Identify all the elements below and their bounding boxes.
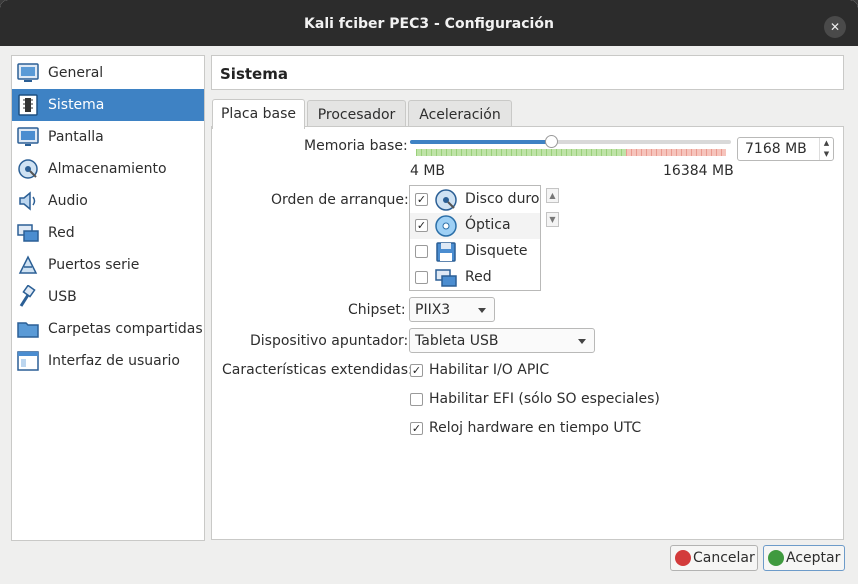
sidebar-item-usb[interactable]: USB [12,281,204,313]
boot-checkbox[interactable]: ✓ [415,193,428,206]
sidebar-item-audio[interactable]: Audio [12,185,204,217]
audio-icon [19,191,36,211]
network-boot-icon [435,269,457,287]
memory-spinbox[interactable]: 7168 MB ▲ ▼ [737,137,834,161]
title-bar: Kali fciber PEC3 - Configuración ✕ [0,0,858,46]
ok-button[interactable]: Aceptar [763,545,845,571]
sidebar-item-sistema[interactable]: Sistema [12,89,204,121]
sidebar-item-label: Puertos serie [48,257,140,273]
usb-icon [19,285,36,307]
tab-label: Placa base [220,106,296,122]
boot-checkbox[interactable]: ✓ [415,219,428,232]
boot-item-red[interactable]: Red [410,265,540,291]
memory-min-label: 4 MB [410,163,446,179]
boot-item-label: Red [465,269,492,285]
chipset-select[interactable]: PIIX3 [409,297,495,322]
display-icon [17,127,39,146]
memory-value: 7168 MB [745,141,807,157]
spin-down-icon[interactable]: ▼ [820,149,833,160]
sidebar-item-red[interactable]: Red [12,217,204,249]
memory-safe-range [416,149,626,156]
sidebar-item-label: Pantalla [48,129,104,145]
move-up-icon[interactable]: ▲ [546,188,559,203]
sidebar-item-label: Sistema [48,97,105,113]
boot-item-label: Disco duro [465,191,540,207]
boot-order-label: Orden de arranque: [271,192,409,208]
utc-clock-label: Reloj hardware en tiempo UTC [429,420,642,436]
window-title: Kali fciber PEC3 - Configuración [304,16,554,32]
optical-disc-icon [435,215,457,237]
efi-label: Habilitar EFI (sólo SO especiales) [429,391,660,407]
sidebar-item-label: USB [48,289,77,305]
chipset-value: PIIX3 [415,302,451,318]
pointing-device-value: Tableta USB [415,333,499,349]
chipset-label: Chipset: [348,302,406,318]
sidebar-item-almacenamiento[interactable]: Almacenamiento [12,153,204,185]
memory-unsafe-range [626,149,726,156]
boot-item-optica[interactable]: ✓ Óptica [410,213,540,239]
chevron-down-icon [578,339,586,344]
checkbox-box[interactable]: ✓ [410,422,423,435]
storage-icon [18,159,38,179]
tab-aceleracion[interactable]: Aceleración [408,100,512,128]
sidebar-item-carpetas-compartidas[interactable]: Carpetas compartidas [12,313,204,345]
sidebar-item-interfaz-de-usuario[interactable]: Interfaz de usuario [12,345,204,377]
hard-disk-icon [435,189,457,211]
sidebar-item-label: Red [48,225,75,241]
pointing-device-label: Dispositivo apuntador: [250,333,409,349]
close-icon[interactable]: ✕ [824,16,846,38]
sidebar-item-general[interactable]: General [12,57,204,89]
page-title: Sistema [220,65,288,83]
memory-max-label: 16384 MB [663,163,734,179]
page-header: Sistema [211,55,844,90]
user-interface-icon [17,351,39,371]
checkbox-box[interactable] [410,393,423,406]
sidebar-item-label: General [48,65,104,81]
serial-ports-icon [18,255,38,274]
ok-icon [768,550,784,566]
tab-placa-base[interactable]: Placa base [212,99,305,129]
sidebar-item-label: Carpetas compartidas [48,321,203,337]
tab-label: Procesador [317,107,396,123]
tab-label: Aceleración [419,107,501,123]
system-icon [18,94,38,116]
boot-order-list: ✓ Disco duro ✓ Óptica Disquete Red [409,185,541,291]
floppy-icon [436,242,456,262]
memory-label: Memoria base: [304,138,408,154]
move-down-icon[interactable]: ▼ [546,212,559,227]
extended-features-label: Características extendidas: [222,362,413,378]
checkbox-box[interactable]: ✓ [410,364,423,377]
shared-folders-icon [17,322,39,338]
boot-checkbox[interactable] [415,245,428,258]
ok-label: Aceptar [786,550,841,566]
sidebar-item-pantalla[interactable]: Pantalla [12,121,204,153]
sidebar-item-label: Audio [48,193,88,209]
ioapic-label: Habilitar I/O APIC [429,362,550,378]
sidebar-item-label: Interfaz de usuario [48,353,180,369]
cancel-button[interactable]: Cancelar [670,545,758,571]
chevron-down-icon [478,308,486,313]
network-icon [17,224,39,242]
boot-item-label: Disquete [465,243,528,259]
sidebar-item-label: Almacenamiento [48,161,167,177]
cancel-label: Cancelar [693,550,755,566]
sidebar-item-puertos-serie[interactable]: Puertos serie [12,249,204,281]
tab-procesador[interactable]: Procesador [307,100,406,128]
boot-checkbox[interactable] [415,271,428,284]
memory-slider-handle[interactable] [545,135,558,148]
boot-item-disquete[interactable]: Disquete [410,239,540,265]
boot-item-label: Óptica [465,217,511,233]
boot-item-disco-duro[interactable]: ✓ Disco duro [410,187,540,213]
general-icon [17,63,39,82]
spin-up-icon[interactable]: ▲ [820,138,833,149]
settings-window: Kali fciber PEC3 - Configuración ✕ Gener… [0,0,858,584]
pointing-device-select[interactable]: Tableta USB [409,328,595,353]
memory-slider-fill [410,140,552,144]
cancel-icon [675,550,691,566]
settings-sidebar: General Sistema Pantalla Almacenamiento … [11,55,205,541]
